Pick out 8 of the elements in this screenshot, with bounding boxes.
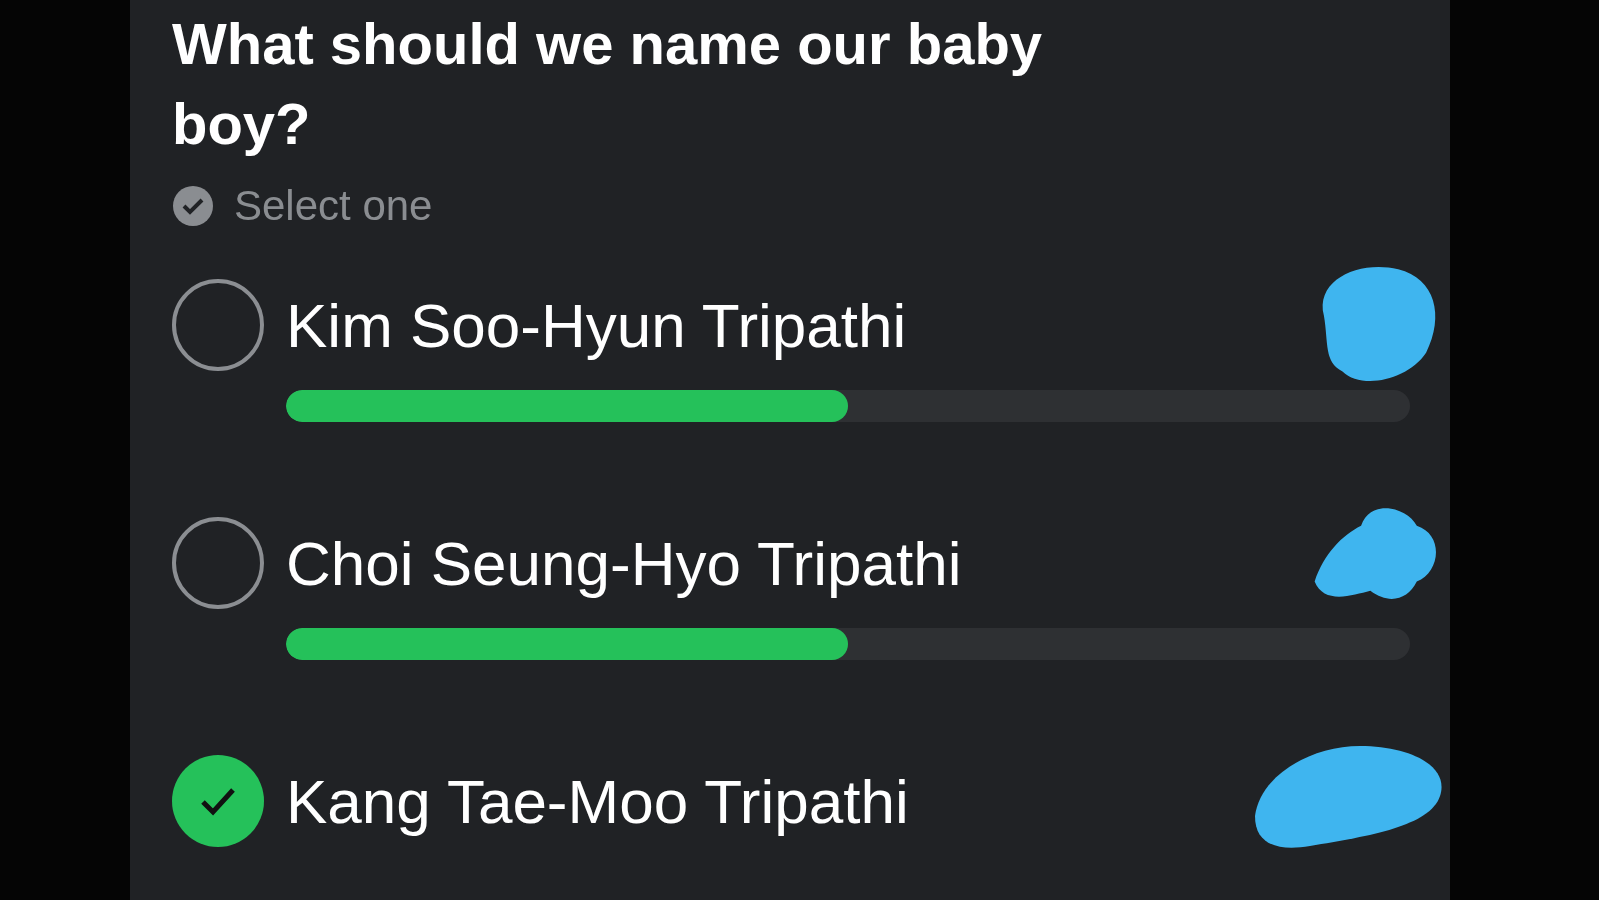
poll-question: What should we name our baby boy? bbox=[172, 10, 1044, 158]
option-label[interactable]: Kang Tae-Moo Tripathi bbox=[286, 765, 909, 837]
radio-button[interactable] bbox=[172, 517, 264, 609]
option-label[interactable]: Kim Soo-Hyun Tripathi bbox=[286, 289, 907, 361]
poll-hint: Select one bbox=[234, 182, 433, 230]
check-icon bbox=[172, 185, 214, 227]
radio-button[interactable] bbox=[172, 279, 264, 371]
option-label[interactable]: Choi Seung-Hyo Tripathi bbox=[286, 527, 962, 599]
